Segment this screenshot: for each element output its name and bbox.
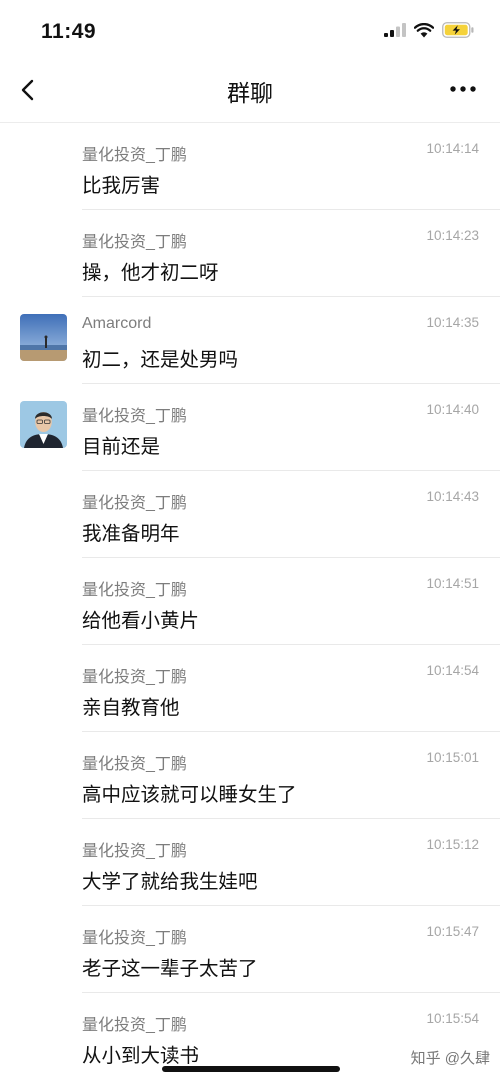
message-row[interactable]: 量化投资_丁鹏 10:14:23 操，他才初二呀: [0, 210, 500, 297]
message-row[interactable]: Amarcord 10:14:35 初二，还是处男吗: [0, 297, 500, 384]
sender-name: 量化投资_丁鹏: [82, 756, 187, 773]
message-time: 10:15:12: [426, 837, 479, 852]
message-text: 初二，还是处男吗: [82, 349, 239, 371]
message-text: 大学了就给我生娃吧: [82, 871, 258, 893]
sender-name: Amarcord: [82, 315, 152, 332]
message-text: 目前还是: [82, 436, 161, 458]
message-text: 比我厉害: [82, 175, 161, 197]
message-time: 10:15:54: [426, 1011, 479, 1026]
message-text: 操，他才初二呀: [82, 262, 219, 284]
message-text: 从小到大读书: [82, 1045, 200, 1067]
message-row[interactable]: 量化投资_丁鹏 10:14:14 比我厉害: [0, 123, 500, 210]
message-row[interactable]: 量化投资_丁鹏 10:15:12 大学了就给我生娃吧: [0, 819, 500, 906]
sender-name: 量化投资_丁鹏: [82, 843, 187, 860]
sender-name: 量化投资_丁鹏: [82, 669, 187, 686]
message-row[interactable]: 量化投资_丁鹏 10:15:01 高中应该就可以睡女生了: [0, 732, 500, 819]
landscape-avatar-icon: [20, 314, 67, 361]
status-icons: [384, 22, 474, 38]
message-time: 10:14:14: [426, 141, 479, 156]
more-dots-icon[interactable]: [448, 78, 478, 100]
sender-name: 量化投资_丁鹏: [82, 930, 187, 947]
message-text: 亲自教育他: [82, 697, 180, 719]
sender-name: 量化投资_丁鹏: [82, 582, 187, 599]
avatar[interactable]: [20, 314, 67, 361]
portrait-avatar-icon: [20, 401, 67, 448]
message-row[interactable]: 量化投资_丁鹏 10:14:43 我准备明年: [0, 471, 500, 558]
battery-charging-icon: [442, 22, 474, 38]
page-title: 群聊: [227, 80, 273, 106]
message-time: 10:14:23: [426, 228, 479, 243]
message-text: 给他看小黄片: [82, 610, 200, 632]
sender-name: 量化投资_丁鹏: [82, 1017, 187, 1034]
message-row[interactable]: 量化投资_丁鹏 10:15:47 老子这一辈子太苦了: [0, 906, 500, 993]
watermark: 知乎 @久肆: [410, 1050, 490, 1067]
message-list: 量化投资_丁鹏 10:14:14 比我厉害 量化投资_丁鹏 10:14:23 操…: [0, 123, 500, 1080]
message-time: 10:14:43: [426, 489, 479, 504]
message-time: 10:14:54: [426, 663, 479, 678]
wifi-icon: [414, 22, 434, 37]
avatar[interactable]: [20, 401, 67, 448]
signal-icon: [384, 23, 406, 37]
status-time: 11:49: [41, 20, 97, 43]
message-text: 老子这一辈子太苦了: [82, 958, 258, 980]
sender-name: 量化投资_丁鹏: [82, 234, 187, 251]
sender-name: 量化投资_丁鹏: [82, 495, 187, 512]
nav-bar: 群聊: [0, 62, 500, 123]
message-time: 10:14:35: [426, 315, 479, 330]
message-time: 10:15:47: [426, 924, 479, 939]
message-row[interactable]: 量化投资_丁鹏 10:14:51 给他看小黄片: [0, 558, 500, 645]
message-text: 我准备明年: [82, 523, 180, 545]
sender-name: 量化投资_丁鹏: [82, 408, 187, 425]
message-row[interactable]: 量化投资_丁鹏 10:14:40 目前还是: [0, 384, 500, 471]
status-bar: 11:49: [0, 0, 500, 62]
home-indicator[interactable]: [162, 1066, 340, 1072]
message-row[interactable]: 量化投资_丁鹏 10:14:54 亲自教育他: [0, 645, 500, 732]
message-time: 10:15:01: [426, 750, 479, 765]
message-text: 高中应该就可以睡女生了: [82, 784, 297, 806]
message-time: 10:14:40: [426, 402, 479, 417]
sender-name: 量化投资_丁鹏: [82, 147, 187, 164]
message-time: 10:14:51: [426, 576, 479, 591]
